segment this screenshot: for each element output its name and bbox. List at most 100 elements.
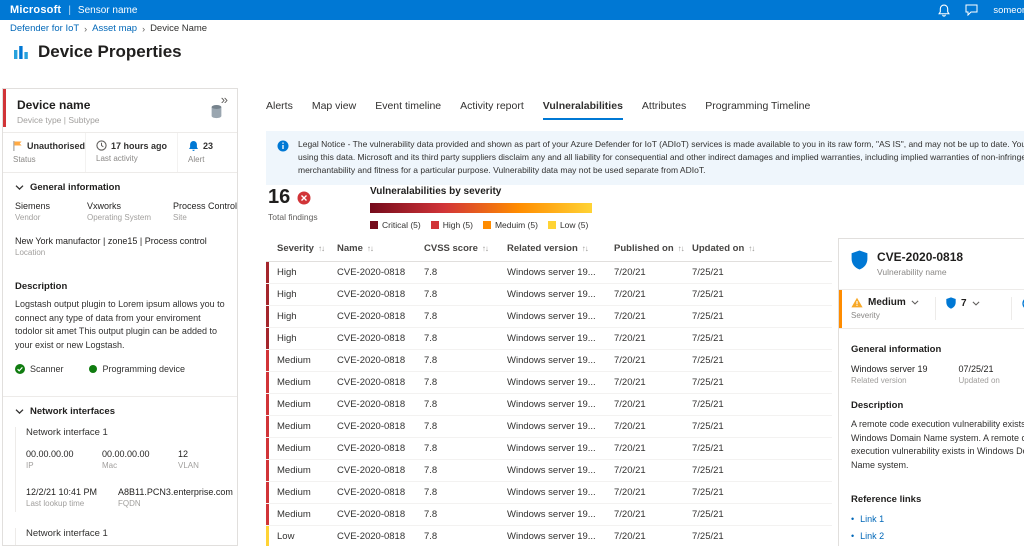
cve-name-cell: CVE-2020-0818	[337, 443, 406, 454]
sort-icon[interactable]: ↑↓	[318, 244, 325, 253]
breadcrumb-defender-for-iot[interactable]: Defender for IoT	[10, 23, 79, 34]
table-row[interactable]: High CVE-2020-0818 7.8 Windows server 19…	[266, 262, 832, 284]
tab[interactable]: Alerts	[266, 100, 293, 120]
check-circle-icon	[15, 364, 25, 374]
bullet-icon: •	[851, 531, 855, 541]
notifications-bell-icon[interactable]	[938, 4, 951, 17]
sort-icon[interactable]: ↑↓	[482, 244, 489, 253]
table-row[interactable]: Medium CVE-2020-0818 7.8 Windows server …	[266, 504, 832, 526]
tab[interactable]: Map view	[312, 100, 356, 120]
published-on-cell: 7/20/21	[614, 443, 646, 454]
feedback-chat-icon[interactable]	[965, 4, 978, 16]
device-properties-icon	[13, 44, 29, 60]
collapse-panel-button[interactable]: »	[221, 92, 228, 107]
chevron-down-icon	[15, 185, 24, 190]
device-name: Device name	[17, 98, 91, 112]
table-row[interactable]: High CVE-2020-0818 7.8 Windows server 19…	[266, 284, 832, 306]
network-interfaces-section: Network interfaces Network interface 1 0…	[3, 396, 237, 545]
reference-links: • Link 1 • Link 2	[851, 514, 1024, 541]
severity-bar	[266, 262, 269, 283]
cve-name-cell: CVE-2020-0818	[337, 421, 406, 432]
cve-name-cell: CVE-2020-0818	[337, 487, 406, 498]
legend-item: Low (5)	[547, 220, 588, 230]
tab-bar: Alerts Map view Event timeline Activity …	[266, 100, 810, 120]
table-row[interactable]: Medium CVE-2020-0818 7.8 Windows server …	[266, 482, 832, 504]
tab[interactable]: Programming Timeline	[705, 100, 810, 120]
tab[interactable]: Activity report	[460, 100, 524, 120]
related-version-cell: Windows server 19...	[507, 333, 596, 344]
network-interface-2: Network interface 1 00.00.00.00 00.00.00…	[15, 528, 237, 545]
legend-label: Critical (5)	[382, 220, 421, 230]
updated-on-cell: 7/25/21	[692, 355, 724, 366]
published-on-cell: 7/20/21	[614, 399, 646, 410]
tab[interactable]: Vulneralabilities	[542, 100, 623, 120]
column-header-related-version[interactable]: Related version ↑↓	[507, 243, 614, 254]
updated-on-cell: 7/25/21	[692, 487, 724, 498]
severity-bar	[266, 394, 269, 415]
detail-cve-name: CVE-2020-0818	[877, 250, 964, 264]
tab[interactable]: Event timeline	[375, 100, 441, 120]
column-header-published-on[interactable]: Published on ↑↓	[614, 243, 692, 254]
cve-name-cell: CVE-2020-0818	[337, 531, 406, 542]
sort-icon[interactable]: ↑↓	[582, 244, 589, 253]
device-summary-panel: Device name Device type | Subtype » Unau…	[2, 88, 238, 546]
related-version-cell: Windows server 19...	[507, 311, 596, 322]
breadcrumb-asset-map[interactable]: Asset map	[92, 23, 137, 34]
tab[interactable]: Attributes	[642, 100, 686, 120]
cvss-value: 7	[961, 297, 967, 309]
cve-name-cell: CVE-2020-0818	[337, 509, 406, 520]
alert-stat[interactable]: 23 Alert	[177, 133, 237, 172]
table-row[interactable]: Medium CVE-2020-0818 7.8 Windows server …	[266, 372, 832, 394]
severity-gradient-bar	[370, 203, 592, 213]
sort-icon[interactable]: ↑↓	[678, 244, 685, 253]
table-row[interactable]: High CVE-2020-0818 7.8 Windows server 19…	[266, 306, 832, 328]
account-label[interactable]: someone@...	[993, 5, 1024, 16]
updated-on-cell: 7/25/21	[692, 421, 724, 432]
description-text: Logstash output plugin to Lorem ipsum al…	[15, 299, 225, 350]
cve-name-cell: CVE-2020-0818	[337, 311, 406, 322]
severity-legend: Critical (5) High (5) Meduim (5) Low (5)	[370, 220, 592, 230]
severity-bar	[266, 284, 269, 305]
legend-swatch	[482, 221, 491, 229]
table-row[interactable]: Medium CVE-2020-0818 7.8 Windows server …	[266, 350, 832, 372]
status-value: Unauthorised	[27, 141, 86, 151]
mac-field: 00.00.00.00 Mac	[102, 449, 150, 470]
severity-value: Medium	[868, 297, 906, 308]
alert-count: 23	[203, 141, 214, 151]
table-row[interactable]: Medium CVE-2020-0818 7.8 Windows server …	[266, 460, 832, 482]
severity-cell: Medium	[266, 416, 337, 437]
column-header-severity[interactable]: Severity ↑↓	[266, 243, 337, 254]
site-field: Process Control Site	[173, 201, 238, 222]
severity-cell: High	[266, 306, 337, 327]
total-findings-count: 16	[268, 186, 291, 208]
severity-cell: Medium	[266, 438, 337, 459]
severity-dropdown[interactable]: Medium Severity	[839, 297, 935, 320]
table-row[interactable]: Low CVE-2020-0818 7.8 Windows server 19.…	[266, 526, 832, 546]
column-header-updated-on[interactable]: Updated on ↑↓	[692, 243, 832, 254]
reference-link[interactable]: • Link 2	[851, 531, 1024, 541]
sort-icon[interactable]: ↑↓	[367, 244, 374, 253]
reference-link[interactable]: • Link 1	[851, 514, 1024, 524]
table-row[interactable]: Medium CVE-2020-0818 7.8 Windows server …	[266, 394, 832, 416]
column-header-cvss-score[interactable]: CVSS score ↑↓	[424, 243, 507, 254]
breadcrumb: Defender for IoT › Asset map › Device Na…	[0, 20, 1024, 37]
cvss-dropdown[interactable]: 7	[935, 297, 1011, 320]
table-row[interactable]: High CVE-2020-0818 7.8 Windows server 19…	[266, 328, 832, 350]
published-on-cell: 7/20/21	[614, 311, 646, 322]
column-header-name[interactable]: Name ↑↓	[337, 243, 424, 254]
general-information-section-toggle[interactable]: General information	[3, 173, 237, 193]
table-row[interactable]: Medium CVE-2020-0818 7.8 Windows server …	[266, 438, 832, 460]
fqdn-field: A8B11.PCN3.enterprise.com FQDN	[118, 487, 233, 508]
status-dropdown[interactable]	[1011, 297, 1024, 320]
os-field: Vxworks Operating System	[87, 201, 152, 222]
table-row[interactable]: Medium CVE-2020-0818 7.8 Windows server …	[266, 416, 832, 438]
breadcrumb-device-name: Device Name	[150, 23, 208, 34]
top-app-bar: Microsoft | Sensor name someone@...	[0, 0, 1024, 20]
severity-bar	[266, 350, 269, 371]
total-findings-label: Total findings	[268, 212, 318, 222]
legend-swatch	[547, 221, 556, 229]
cvss-score-cell: 7.8	[424, 333, 438, 344]
sort-icon[interactable]: ↑↓	[748, 244, 755, 253]
updated-on-cell: 7/25/21	[692, 289, 724, 300]
network-interfaces-section-toggle[interactable]: Network interfaces	[3, 397, 237, 417]
